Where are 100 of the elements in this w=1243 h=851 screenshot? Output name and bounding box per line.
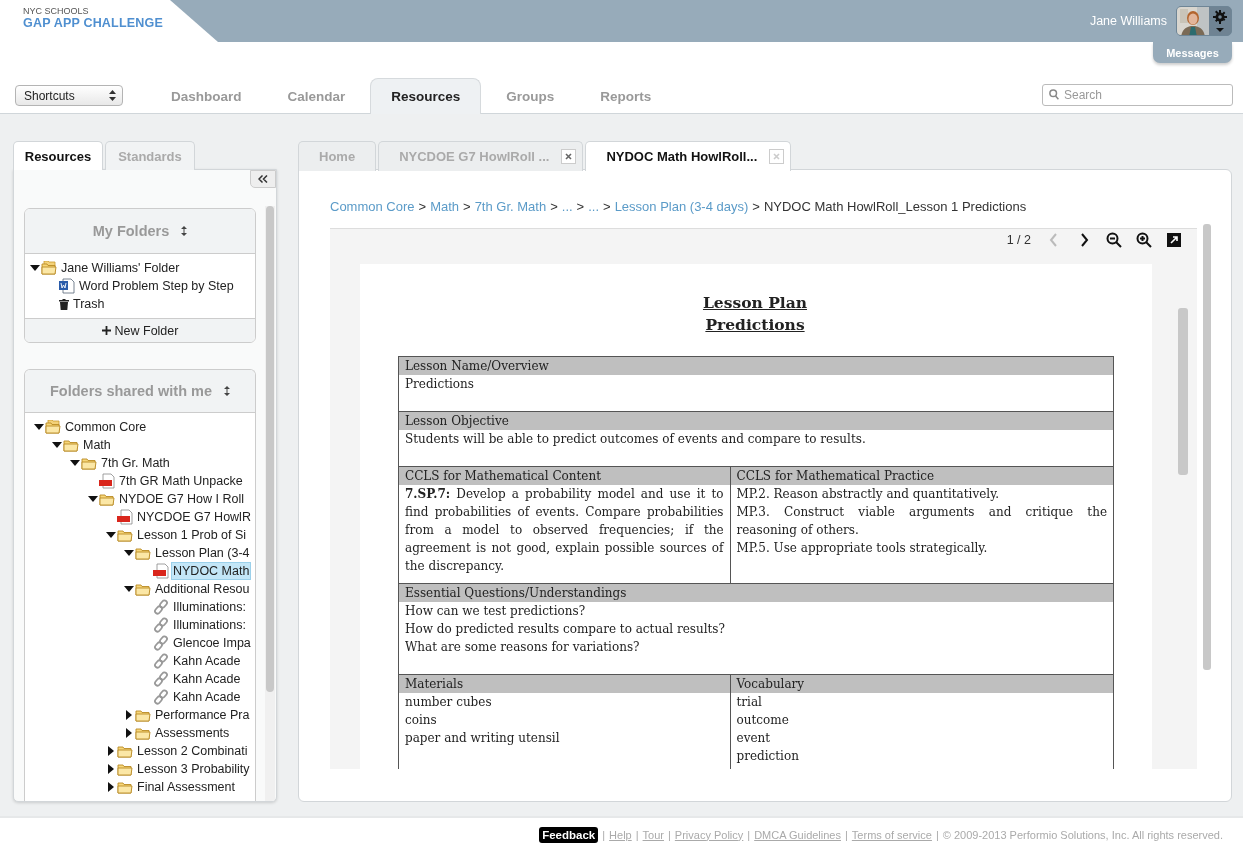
stacked-folder-icon	[41, 261, 57, 275]
feedback-button[interactable]: Feedback	[539, 826, 599, 843]
section-heading: CCLS for Mathematical Practice	[730, 467, 1113, 485]
sidebar-tab[interactable]: Resources	[13, 141, 103, 170]
tree-item[interactable]: Lesson 3 Probability	[135, 760, 252, 778]
zoom-out-button[interactable]	[1105, 231, 1123, 249]
tree-item[interactable]: NYDOE G7 How I Roll	[117, 490, 247, 508]
tree-item[interactable]: Additional Resou	[153, 580, 252, 598]
collapsed-arrow-icon[interactable]	[124, 728, 134, 738]
breadcrumb-separator: >	[603, 198, 611, 214]
tree-item[interactable]: 7th Gr. Math	[99, 454, 172, 472]
document-text: MP.3. Construct viable arguments and critique the reasoning of others.	[735, 504, 1108, 539]
document-text: How can we test predictions?	[404, 603, 587, 620]
folder-icon	[81, 456, 97, 470]
breadcrumb-separator: >	[752, 198, 760, 214]
collapsed-arrow-icon[interactable]	[106, 764, 116, 774]
tree-item[interactable]: Kahn Acade	[171, 652, 243, 670]
document-text: MP.2. Reason abstractly and quantitatively.	[735, 486, 1001, 503]
tree-item[interactable]: 7th GR Math Unpacke	[117, 472, 245, 490]
double-chevron-left-icon	[258, 175, 268, 183]
user-menu-button[interactable]	[1176, 6, 1232, 36]
tree-item[interactable]: Final Assessment	[135, 778, 237, 796]
panel-title: My Folders	[92, 223, 170, 239]
pdf-file-icon	[153, 563, 169, 579]
breadcrumb-separator: >	[550, 198, 558, 214]
tree-item[interactable]: Trash	[71, 295, 107, 313]
footer-separator: |	[602, 828, 606, 841]
expanded-arrow-icon[interactable]	[52, 440, 62, 450]
tree-item[interactable]: Kahn Acade	[171, 670, 243, 688]
document-text: number cubes	[404, 694, 493, 711]
document-text: trial	[735, 694, 763, 711]
pop-out-button[interactable]	[1165, 231, 1183, 249]
sort-icon[interactable]	[181, 226, 188, 236]
search-field[interactable]: Search	[1042, 84, 1233, 106]
collapsed-arrow-icon[interactable]	[106, 746, 116, 756]
close-tab-button[interactable]	[561, 149, 577, 164]
expanded-arrow-icon[interactable]	[34, 422, 44, 432]
collapse-button[interactable]	[250, 170, 276, 188]
tree-item[interactable]: Assessments	[153, 724, 232, 742]
document-text: prediction	[735, 748, 800, 765]
tree-item[interactable]: Common Core	[63, 418, 149, 436]
pdf-file-icon	[99, 473, 115, 489]
tree-item[interactable]: NYCDOE G7 HowlR	[135, 508, 253, 526]
chain-link-icon	[153, 635, 169, 651]
scrollbar-thumb[interactable]	[1178, 308, 1188, 475]
logo-title: GAP APP CHALLENGE	[23, 16, 164, 30]
breadcrumb-separator: >	[418, 198, 427, 214]
sort-icon[interactable]	[224, 386, 230, 396]
document-text: event	[735, 730, 772, 747]
document-text: How do predicted results compare to actual results?	[404, 621, 726, 638]
tree-item[interactable]: Glencoe Impa	[171, 634, 253, 652]
zoom-in-button[interactable]	[1135, 231, 1153, 249]
tree-item[interactable]: Lesson Plan (3-4	[153, 544, 252, 562]
footer-separator: |	[747, 828, 751, 841]
tree-item[interactable]: Lesson 1 Prob of Si	[135, 526, 249, 544]
panel-title: Folders shared with me	[50, 383, 212, 399]
zoom-out-icon	[1105, 231, 1123, 249]
collapsed-arrow-icon[interactable]	[124, 710, 134, 720]
expanded-arrow-icon[interactable]	[106, 530, 116, 540]
plus-icon	[101, 326, 111, 335]
new-folder-button[interactable]: New Folder	[25, 318, 255, 342]
section-heading: Lesson Name/Overview	[399, 357, 1113, 375]
chain-link-icon	[153, 689, 169, 705]
tree-item[interactable]: Illuminations:	[171, 598, 248, 616]
expanded-arrow-icon[interactable]	[124, 548, 134, 558]
page-counter: 1 / 2	[1006, 233, 1031, 247]
tree-item[interactable]: Illuminations:	[171, 616, 248, 634]
section-heading: Materials	[399, 675, 730, 693]
folder-icon	[117, 528, 133, 542]
tree-item[interactable]: NYDOC Math	[171, 562, 252, 580]
chain-link-icon	[153, 653, 169, 669]
shortcuts-select[interactable]: Shortcuts	[15, 85, 123, 106]
document-text: coins	[404, 712, 438, 729]
tree-item[interactable]: Word Problem Step by Step	[77, 277, 236, 295]
footer-separator: |	[845, 828, 848, 841]
folder-icon	[135, 708, 151, 722]
expanded-arrow-icon[interactable]	[88, 494, 98, 504]
scrollbar-thumb[interactable]	[266, 206, 274, 692]
document-title: Predictions	[704, 314, 806, 336]
section-heading: Essential Questions/Understandings	[399, 584, 1113, 602]
tree-item[interactable]: Lesson 2 Combinati	[135, 742, 250, 760]
tree-item[interactable]: Kahn Acade	[171, 688, 243, 706]
tree-item[interactable]: Performance Pra	[153, 706, 252, 724]
scrollbar-thumb[interactable]	[1203, 224, 1211, 670]
tree-item[interactable]: Jane Williams' Folder	[59, 259, 182, 277]
document-text: paper and writing utensil	[404, 730, 561, 747]
expanded-arrow-icon[interactable]	[70, 458, 80, 468]
folder-icon	[117, 762, 133, 776]
folder-icon	[135, 546, 151, 560]
nav-tab[interactable]: Resources	[370, 78, 482, 114]
document-tab[interactable]: NYDOC Math HowlRoll...	[585, 141, 792, 171]
pop-out-icon	[1165, 231, 1183, 249]
collapsed-arrow-icon[interactable]	[106, 782, 116, 792]
document-text: 7.SP.7: Develop a probability model and use it to find probabilities of events. Compare probabilities from a model to observed frequencies; if the agreement is not good, explain possible sources of the discrepancy.	[404, 486, 725, 575]
chain-link-icon	[153, 617, 169, 633]
expanded-arrow-icon[interactable]	[124, 584, 134, 594]
tree-item[interactable]: Math	[81, 436, 113, 454]
expanded-arrow-icon[interactable]	[30, 263, 40, 273]
zoom-in-icon	[1135, 231, 1153, 249]
footer-separator: |	[935, 828, 939, 841]
